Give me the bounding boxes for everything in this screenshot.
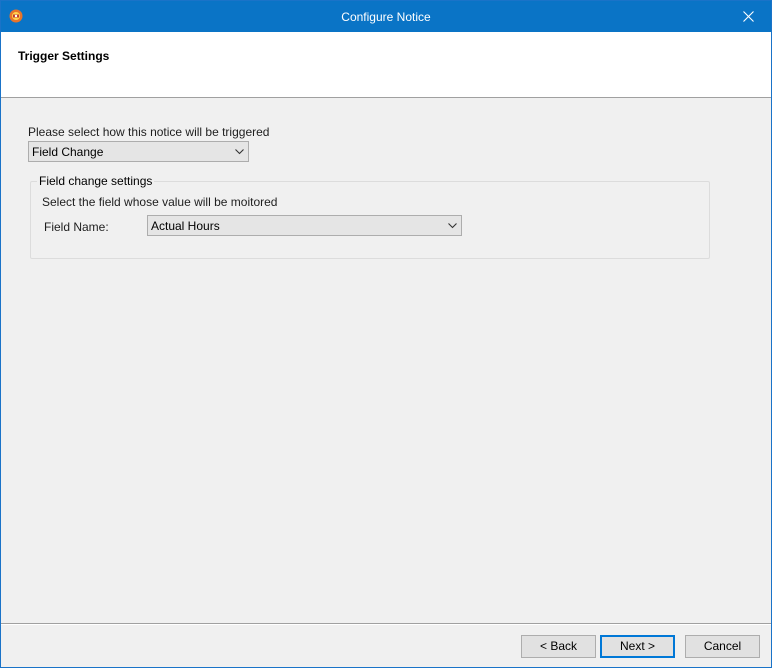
close-button[interactable] <box>725 1 771 32</box>
footer-divider-highlight <box>1 624 771 625</box>
page-title: Trigger Settings <box>18 49 110 63</box>
configure-notice-dialog: Configure Notice Trigger Settings Please… <box>0 0 772 668</box>
title-bar[interactable]: Configure Notice <box>1 1 771 32</box>
field-name-select[interactable]: Actual Hours <box>147 215 462 236</box>
field-instruction-label: Select the field whose value will be moi… <box>42 195 278 209</box>
wizard-header: Trigger Settings <box>1 32 771 98</box>
trigger-type-value: Field Change <box>32 144 104 159</box>
close-icon <box>742 11 754 22</box>
field-change-legend: Field change settings <box>37 174 155 188</box>
field-name-value: Actual Hours <box>151 218 220 233</box>
field-name-label: Field Name: <box>44 220 109 234</box>
chevron-down-icon <box>230 142 248 161</box>
cancel-button[interactable]: Cancel <box>685 635 760 658</box>
next-button[interactable]: Next > <box>600 635 675 658</box>
window-title: Configure Notice <box>341 10 431 24</box>
back-button[interactable]: < Back <box>521 635 596 658</box>
trigger-type-select[interactable]: Field Change <box>28 141 249 162</box>
chevron-down-icon <box>443 216 461 235</box>
trigger-prompt-label: Please select how this notice will be tr… <box>28 125 270 139</box>
